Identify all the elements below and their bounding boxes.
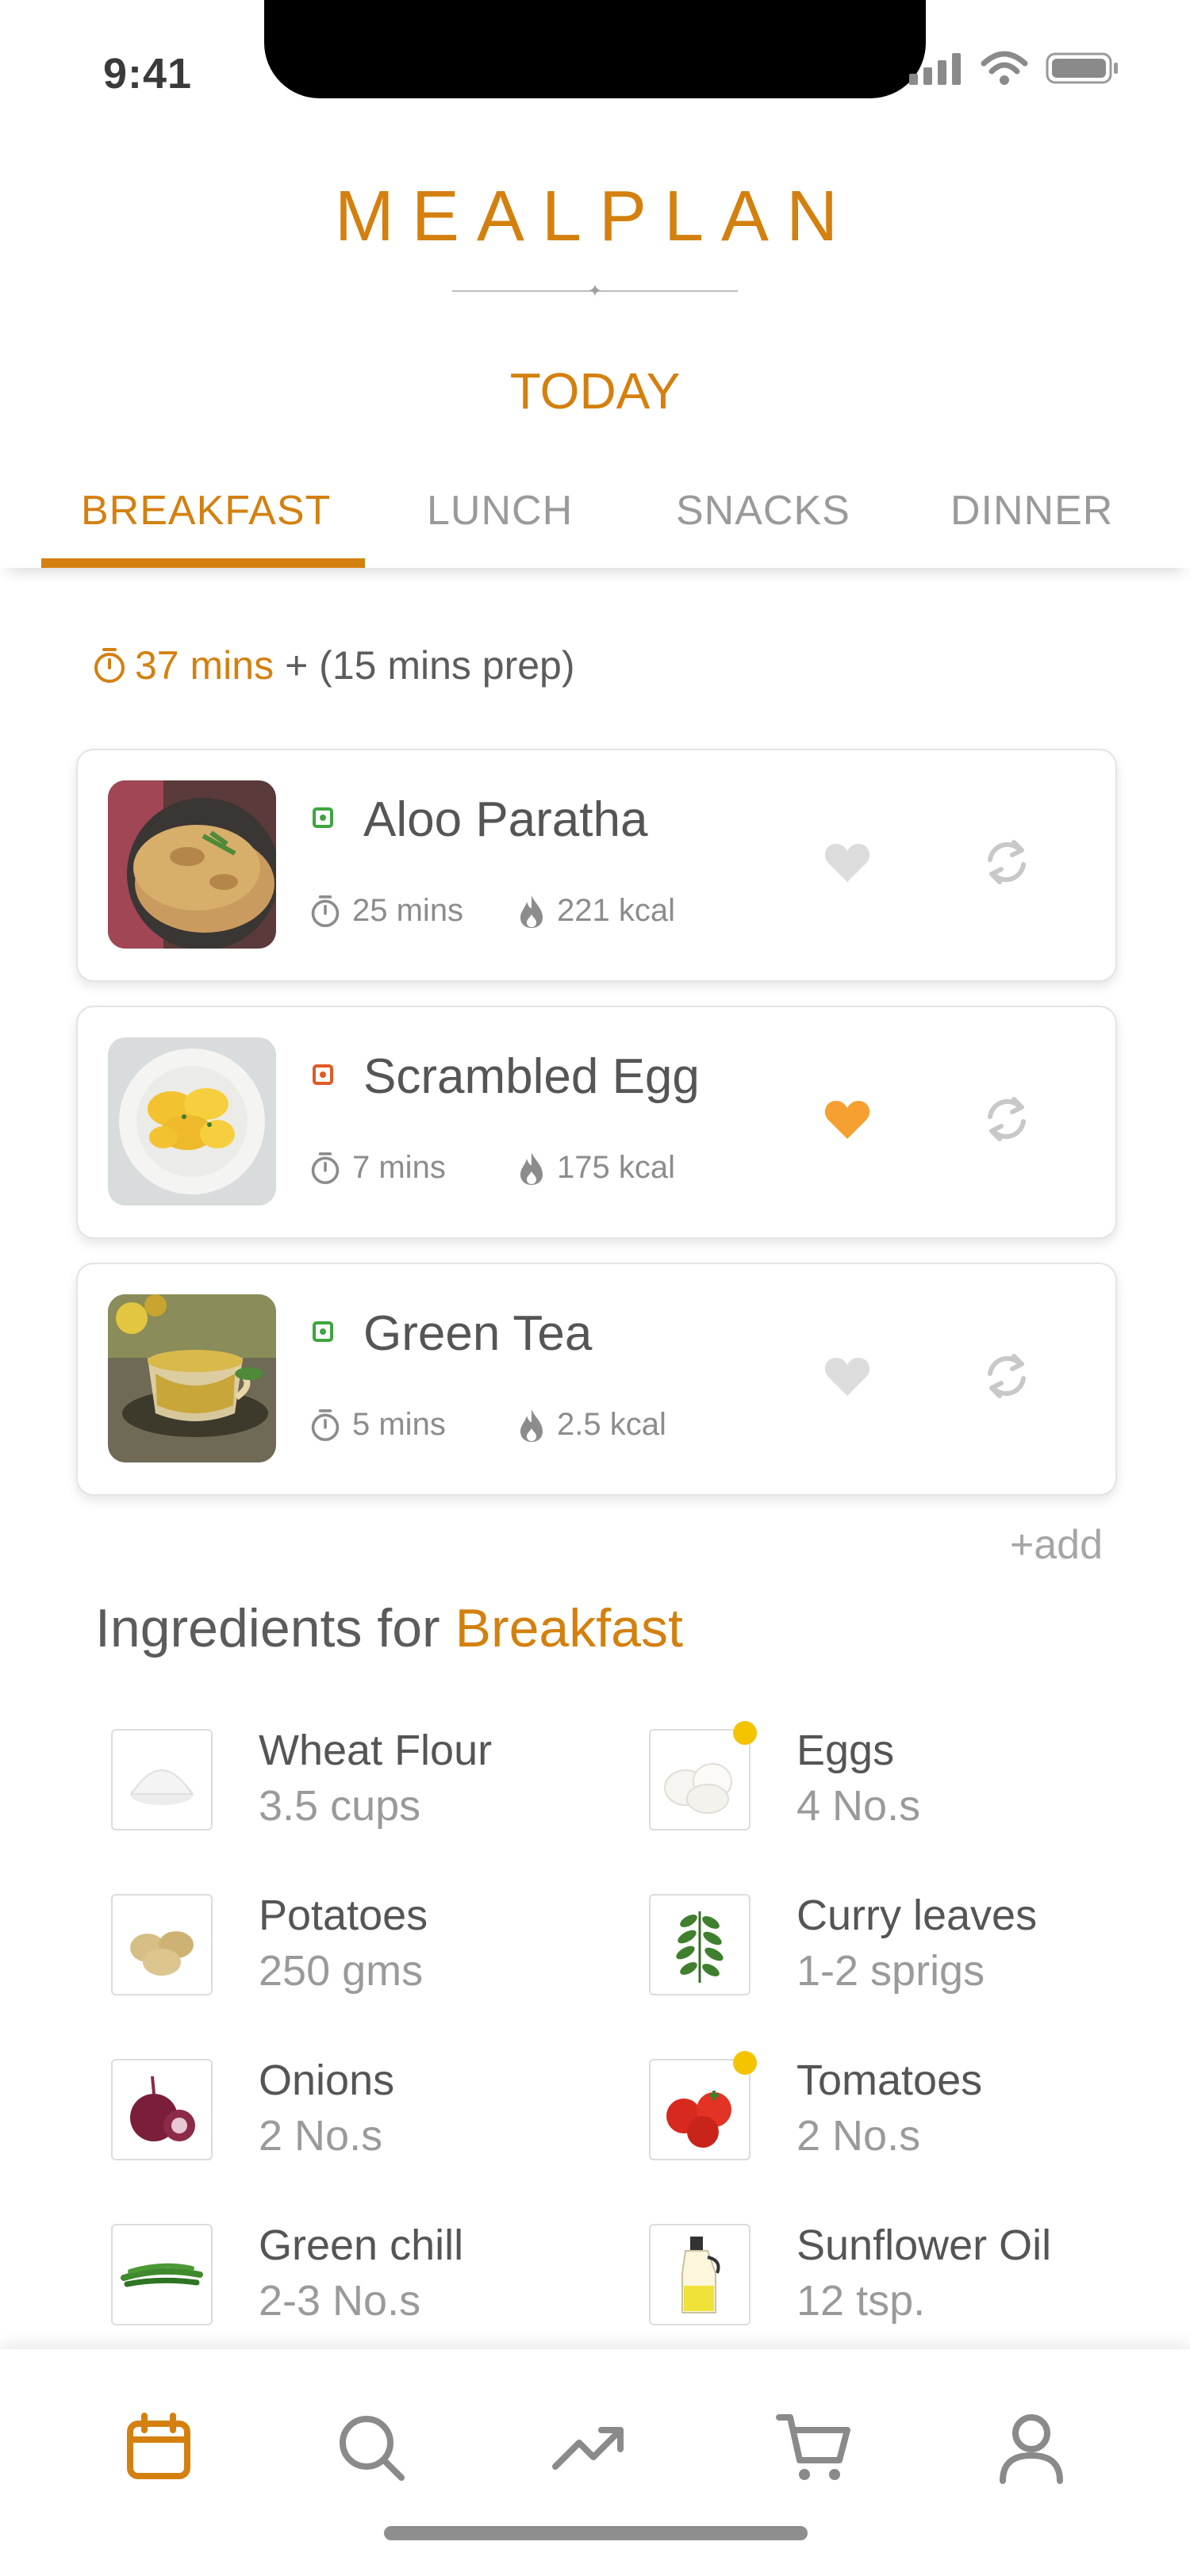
meal-image-scrambled-egg [108, 1037, 276, 1206]
cook-time: 37 mins [135, 643, 274, 688]
ingredients-heading-meal: Breakfast [455, 1598, 683, 1658]
sunflower-oil-image [649, 2224, 750, 2325]
ingredient-name: Potatoes [259, 1892, 428, 1939]
tab-lunch[interactable]: LUNCH [427, 487, 573, 535]
home-indicator[interactable] [384, 2526, 808, 2540]
meal-time-value: 5 mins [352, 1407, 446, 1442]
ingredients-heading: Ingredients for Breakfast [95, 1597, 683, 1659]
potatoes-image [111, 1894, 213, 1995]
timer-icon [94, 648, 125, 683]
calendar-icon[interactable] [121, 2409, 197, 2486]
ingredient-name: Curry leaves [797, 1892, 1038, 1939]
meal-image-aloo-paratha [108, 780, 276, 949]
profile-icon[interactable] [993, 2409, 1069, 2486]
wheat-flour-image [111, 1729, 213, 1830]
heart-icon[interactable] [823, 1098, 871, 1142]
ingredient-name: Sunflower Oil [797, 2221, 1052, 2269]
tab-snacks[interactable]: SNACKS [676, 487, 850, 535]
trending-icon[interactable] [551, 2409, 627, 2486]
prep-time: + (15 mins prep) [285, 643, 575, 688]
app-title: MEALPLAN [334, 177, 856, 256]
curry-leaves-image [649, 1894, 750, 1995]
search-icon[interactable] [333, 2409, 409, 2486]
cart-icon[interactable] [776, 2409, 852, 2486]
meal-time-value: 7 mins [352, 1150, 446, 1185]
ingredient-quantity: 2-3 No.s [259, 2277, 421, 2325]
battery-icon [1046, 52, 1118, 84]
ingredient-quantity: 2 No.s [259, 2112, 383, 2160]
active-tab-indicator [41, 558, 365, 568]
meal-name: Green Tea [363, 1306, 593, 1361]
notch [264, 0, 926, 98]
meal-card[interactable]: Green Tea 5 mins 2.5 kcal [76, 1263, 1117, 1496]
swap-icon[interactable] [982, 1351, 1031, 1401]
non-veg-indicator [313, 1064, 333, 1085]
status-time: 9:41 [103, 50, 193, 98]
meal-calories: 175 kcal [517, 1150, 675, 1186]
meal-card[interactable]: Aloo Paratha 25 mins 221 kcal [76, 749, 1117, 982]
meal-time: 25 mins [309, 893, 463, 929]
meal-kcal-value: 221 kcal [557, 893, 675, 928]
meal-time: 7 mins [309, 1150, 446, 1186]
meal-kcal-value: 175 kcal [557, 1150, 675, 1185]
veg-indicator [313, 1321, 333, 1342]
ingredient-name: Green chill [259, 2221, 464, 2269]
ingredient-name: Tomatoes [797, 2057, 983, 2104]
meal-card[interactable]: Scrambled Egg 7 mins 175 kcal [76, 1006, 1117, 1239]
swap-icon[interactable] [982, 838, 1031, 887]
ingredient-quantity: 250 gms [259, 1947, 424, 1995]
veg-indicator [313, 807, 333, 828]
ingredient-quantity: 3.5 cups [259, 1782, 421, 1830]
phone-screen: 9:41 MEALPLAN ✦ TODAY BREAKFAST LUNCH SN… [0, 0, 1190, 2576]
ingredient-quantity: 12 tsp. [797, 2277, 926, 2325]
status-indicators [908, 51, 1120, 86]
meal-time: 5 mins [309, 1407, 446, 1443]
timer-icon [311, 1409, 340, 1441]
meal-time-value: 25 mins [352, 893, 464, 928]
eggs-image [649, 1721, 757, 1830]
flame-icon [520, 1152, 543, 1185]
meal-tabs: BREAKFAST LUNCH SNACKS DINNER [0, 476, 1190, 568]
signal-icon [909, 53, 961, 85]
ingredient-name: Eggs [797, 1727, 895, 1774]
green-chilli-image [111, 2224, 213, 2325]
divider-ornament: ✦ [587, 281, 603, 301]
ingredients-heading-prefix: Ingredients for [95, 1598, 455, 1658]
ingredient-name: Onions [259, 2057, 395, 2104]
meal-name: Scrambled Egg [363, 1049, 700, 1104]
heart-icon[interactable] [823, 841, 871, 885]
tomatoes-image [649, 2051, 757, 2160]
heart-icon[interactable] [823, 1355, 871, 1399]
onions-image [111, 2059, 213, 2160]
flame-icon [520, 1409, 543, 1442]
day-label: TODAY [509, 362, 681, 420]
meal-image-green-tea [108, 1294, 276, 1462]
availability-dot [733, 2051, 757, 2075]
meal-calories: 2.5 kcal [517, 1407, 666, 1443]
tab-breakfast[interactable]: BREAKFAST [81, 487, 331, 535]
ingredient-quantity: 1-2 sprigs [797, 1947, 985, 1995]
tab-dinner[interactable]: DINNER [950, 487, 1113, 535]
swap-icon[interactable] [982, 1094, 1031, 1144]
prep-time-summary: 37 mins + (15 mins prep) [92, 642, 575, 688]
flame-icon [520, 895, 543, 928]
wifi-icon [981, 51, 1028, 85]
ingredient-name: Wheat Flour [259, 1727, 493, 1774]
ingredient-quantity: 2 No.s [797, 2112, 921, 2160]
timer-icon [311, 895, 340, 927]
timer-icon [311, 1152, 340, 1184]
add-meal-link[interactable]: +add [1010, 1521, 1103, 1569]
meal-name: Aloo Paratha [363, 792, 648, 847]
ingredient-quantity: 4 No.s [797, 1782, 921, 1830]
meal-calories: 221 kcal [517, 893, 675, 929]
bottom-navigation [0, 2349, 1190, 2576]
meal-kcal-value: 2.5 kcal [557, 1407, 666, 1442]
availability-dot [733, 1721, 757, 1745]
